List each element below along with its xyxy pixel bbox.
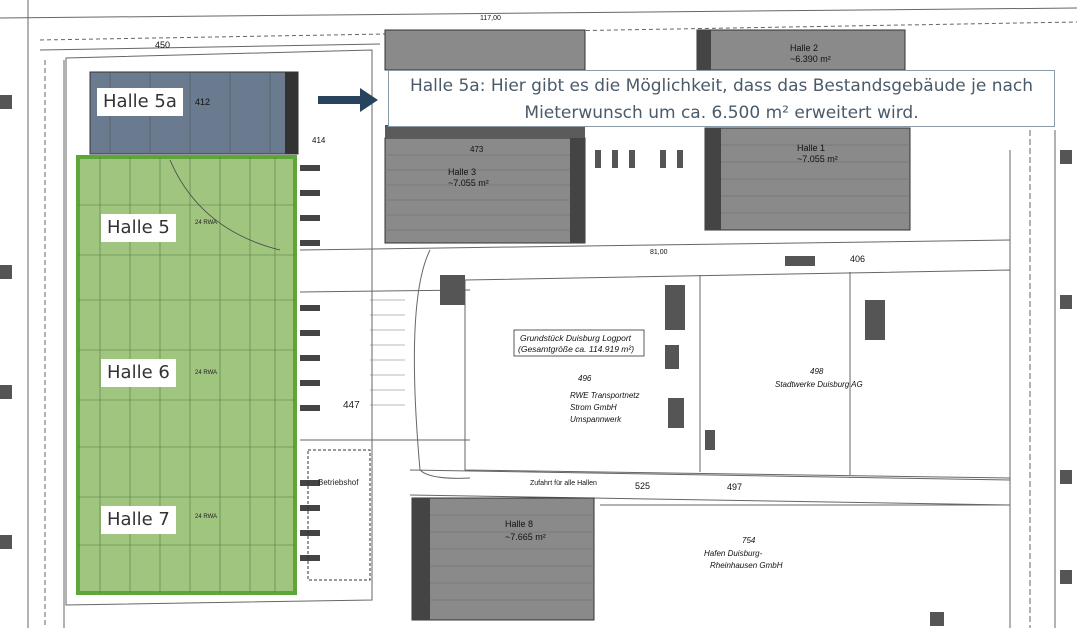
- parcel-473-label: 473: [470, 145, 484, 154]
- loading-docks-west: [300, 165, 320, 561]
- dim-117-label: 117,00: [480, 15, 501, 22]
- halle-2-name: Halle 2: [790, 43, 818, 53]
- parcel-450-label: 450: [155, 40, 170, 50]
- parcel-414-label: 414: [312, 136, 326, 145]
- dim-81-label: 81,00: [650, 249, 668, 256]
- label-halle-5: Halle 5: [101, 214, 176, 242]
- plot-title: Grundstück Duisburg Logport: [520, 333, 632, 343]
- parcel-754-label: 754: [742, 536, 756, 545]
- parcel-498-label: 498: [810, 367, 824, 376]
- callout-arrow-icon: [318, 88, 378, 112]
- halle-3-name: Halle 3: [448, 167, 476, 177]
- betriebshof-label: Betriebshof: [318, 478, 359, 487]
- halle-3-area: ~7.055 m²: [448, 178, 489, 188]
- parcel-406-label: 406: [850, 254, 865, 264]
- hafen-line-2: Rheinhausen GmbH: [710, 561, 783, 570]
- rwa-label-3: 24 RWA: [195, 514, 217, 520]
- halle-8-building: Halle 8 ~7.665 m²: [411, 497, 595, 621]
- expansion-callout-box: Halle 5a: Hier gibt es die Möglichkeit, …: [388, 70, 1055, 127]
- halle-1-area: ~7.055 m²: [797, 154, 838, 164]
- rwe-line-2: Strom GmbH: [570, 403, 617, 412]
- parcel-496-label: 496: [578, 374, 592, 383]
- halle-1-building: Halle 1 ~7.055 m²: [704, 127, 911, 231]
- plot-total-size: (Gesamtgröße ca. 114.919 m²): [518, 344, 634, 354]
- stadtwerke-label: Stadtwerke Duisburg AG: [775, 380, 863, 389]
- parcel-497-label: 497: [727, 482, 742, 492]
- rwe-line-3: Umspannwerk: [570, 415, 622, 424]
- halle-2-area: ~6.390 m²: [790, 54, 831, 64]
- halle-8-area: ~7.665 m²: [505, 532, 546, 542]
- rwa-label-2: 24 RWA: [195, 370, 217, 376]
- halle-3-building: Halle 3 ~7.055 m² 473: [384, 125, 586, 244]
- halle-8-name: Halle 8: [505, 519, 533, 529]
- halle-1-name: Halle 1: [797, 143, 825, 153]
- label-halle-7: Halle 7: [101, 506, 176, 534]
- label-halle-5a: Halle 5a: [97, 88, 183, 116]
- parcel-447-label: 447: [343, 400, 360, 411]
- parcel-525-label: 525: [635, 481, 650, 491]
- label-halle-6: Halle 6: [101, 359, 176, 387]
- callout-line-2: Mieterwunsch um ca. 6.500 m² erweitert w…: [524, 103, 919, 123]
- zufahrt-label: Zufahrt für alle Hallen: [530, 480, 597, 487]
- callout-line-1: Halle 5a: Hier gibt es die Möglichkeit, …: [409, 76, 1034, 96]
- rwa-label-1: 24 RWA: [195, 220, 217, 226]
- hafen-line-1: Hafen Duisburg-: [704, 549, 763, 558]
- rwe-line-1: RWE Transportnetz: [570, 391, 640, 400]
- halle-4-building: [384, 29, 586, 71]
- halle-2-building: Halle 2 ~6.390 m²: [696, 29, 906, 71]
- parcel-412-label: 412: [195, 97, 210, 107]
